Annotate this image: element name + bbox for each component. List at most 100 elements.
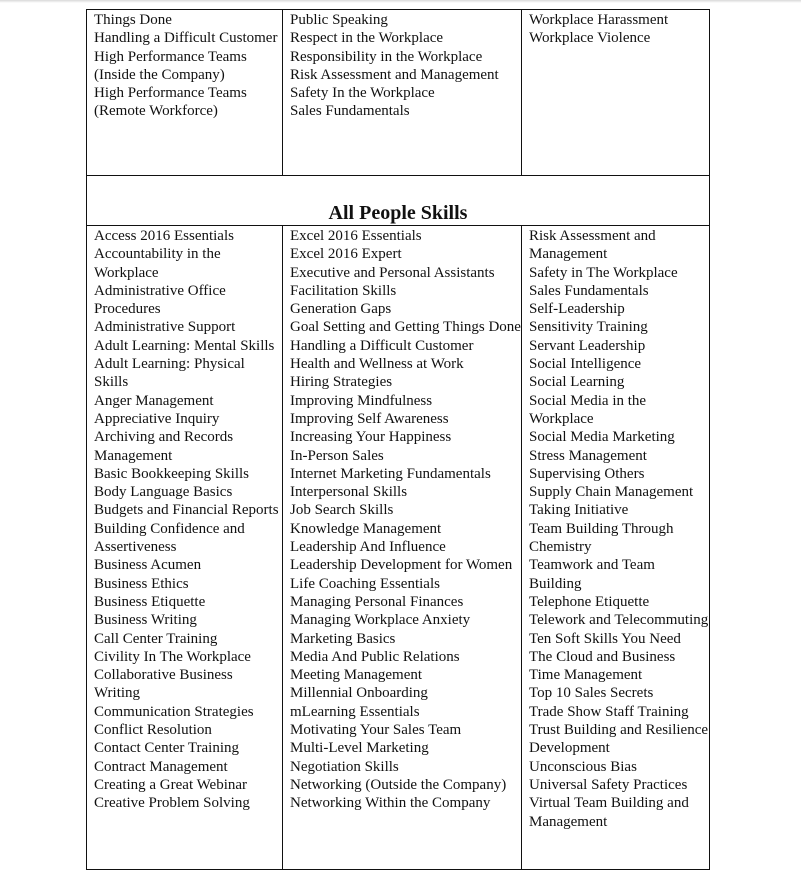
course-item: Respect in the Workplace [290,30,444,47]
top-section-row: Things Done Handling a Difficult Customer… [87,10,709,176]
course-item: Body Language Basics [94,484,233,501]
top-column-3: Workplace Harassment Workplace Violence [522,10,709,175]
course-item: Workplace Violence [529,30,651,47]
course-item: mLearning Essentials [290,703,420,720]
course-item: Marketing Basics [290,630,396,647]
course-item: Supply Chain Management [529,484,694,501]
top-column-1: Things Done Handling a Difficult Customer… [87,10,283,175]
course-item: Meeting Management [290,667,423,684]
course-item: Self-Leadership [529,301,625,318]
course-item: Leadership And Influence [290,539,446,556]
course-item: Millennial Onboarding [290,685,428,702]
skills-column-2: Excel 2016 Essentials Excel 2016 Expert Ex… [283,226,522,869]
course-item: Workplace Harassment [529,12,669,28]
course-item: Business Ethics [94,575,189,592]
course-item: Things Done [94,12,172,28]
course-item: Archiving and Records Management [94,429,234,464]
course-item: Public Speaking [290,12,388,28]
course-item: Motivating Your Sales Team [290,722,462,739]
course-item: Job Search Skills [290,502,394,519]
section-heading: All People Skills [328,202,468,224]
course-item: Creative Problem Solving [94,795,250,812]
course-item: Interpersonal Skills [290,484,408,501]
course-item: Improving Mindfulness [290,392,433,409]
course-item: Social Learning [529,374,625,391]
course-item: Improving Self Awareness [290,410,449,427]
course-item: Risk Assessment and Management [290,66,499,83]
course-item: Sales Fundamentals [529,282,649,299]
course-item: Building Confidence and Assertiveness [94,520,245,556]
course-item: Media And Public Relations [290,648,460,665]
course-item: Accountability in the Workplace [94,246,221,281]
course-item: Basic Bookkeeping Skills [94,465,249,482]
course-item: Universal Safety Practices [529,776,688,793]
course-item: Trust Building and Resilience Developmen… [529,722,709,757]
course-item: Negotiation Skills [290,758,399,775]
course-item: Business Acumen [94,557,202,574]
course-item: Time Management [529,667,643,684]
course-item: Business Writing [94,612,197,629]
skills-column-1: Access 2016 Essentials Accountability in … [87,226,283,869]
course-item: Sensitivity Training [529,319,648,336]
course-item: Trade Show Staff Training [529,703,689,720]
course-item: Goal Setting and Getting Things Done [290,319,521,336]
course-item: Conflict Resolution [94,722,212,739]
course-item: Excel 2016 Expert [290,246,402,263]
course-item: Budgets and Financial Reports [94,502,279,519]
course-item: Business Etiquette [94,593,206,610]
course-item: Excel 2016 Essentials [290,228,422,244]
course-item: Adult Learning: Mental Skills [94,337,275,354]
course-item: Contract Management [94,758,228,775]
course-item: Teamwork and Team Building [529,557,655,592]
course-item: Creating a Great Webinar [94,776,248,793]
course-item: Adult Learning: Physical Skills [94,356,245,391]
course-item: Leadership Development for Women [290,557,513,574]
course-item: Top 10 Sales Secrets [529,685,654,702]
course-item: Safety in The Workplace [529,264,678,281]
course-item: Facilitation Skills [290,282,397,299]
course-item: Ten Soft Skills You Need [529,630,681,647]
course-item: Civility In The Workplace [94,648,251,665]
course-item: Servant Leadership [529,337,646,354]
course-item: Supervising Others [529,465,645,482]
course-item: Networking (Outside the Company) [290,776,507,793]
course-item: Telework and Telecommuting [529,612,709,629]
course-item: Communication Strategies [94,703,254,720]
course-item: Stress Management [529,447,647,464]
course-item: Handling a Difficult Customer [94,30,278,47]
course-item: Telephone Etiquette [529,593,650,610]
course-item: Health and Wellness at Work [290,356,464,373]
course-item: Generation Gaps [290,301,392,318]
course-item: Administrative Support [94,319,236,336]
course-item: Managing Personal Finances [290,593,464,610]
course-item: In-Person Sales [290,447,384,464]
course-item: Multi-Level Marketing [290,740,429,757]
course-item: High Performance Teams (Inside the Compa… [94,48,247,83]
course-item: Managing Workplace Anxiety [290,612,471,629]
course-item: Increasing Your Happiness [290,429,452,446]
course-item: Social Media Marketing [529,429,675,446]
course-item: The Cloud and Business [529,648,676,665]
course-item: Administrative Office Procedures [94,282,226,318]
all-people-skills-row: Access 2016 Essentials Accountability in … [87,226,709,869]
course-item: Anger Management [94,392,214,409]
course-item: High Performance Teams (Remote Workforce… [94,85,247,120]
course-item: Unconscious Bias [529,758,637,775]
course-item: Social Intelligence [529,356,642,373]
viewer-top-edge [0,0,801,3]
course-item: Contact Center Training [94,740,239,757]
course-item: Executive and Personal Assistants [290,264,495,281]
course-item: Networking Within the Company [290,795,491,812]
course-item: Responsibility in the Workplace [290,48,483,65]
course-item: Internet Marketing Fundamentals [290,465,491,482]
top-column-2: Public Speaking Respect in the Workplace R… [283,10,522,175]
course-table: Things Done Handling a Difficult Customer… [86,9,710,870]
course-item: Knowledge Management [290,520,442,537]
course-item: Life Coaching Essentials [290,575,440,592]
skills-column-3: Risk Assessment and Management Safety in … [522,226,709,869]
section-heading-row: All People Skills [87,176,709,226]
course-item: Virtual Team Building and Management [529,795,689,830]
course-item: Team Building Through Chemistry [529,520,674,556]
course-item: Appreciative Inquiry [94,410,220,427]
course-item: Access 2016 Essentials [94,228,234,244]
